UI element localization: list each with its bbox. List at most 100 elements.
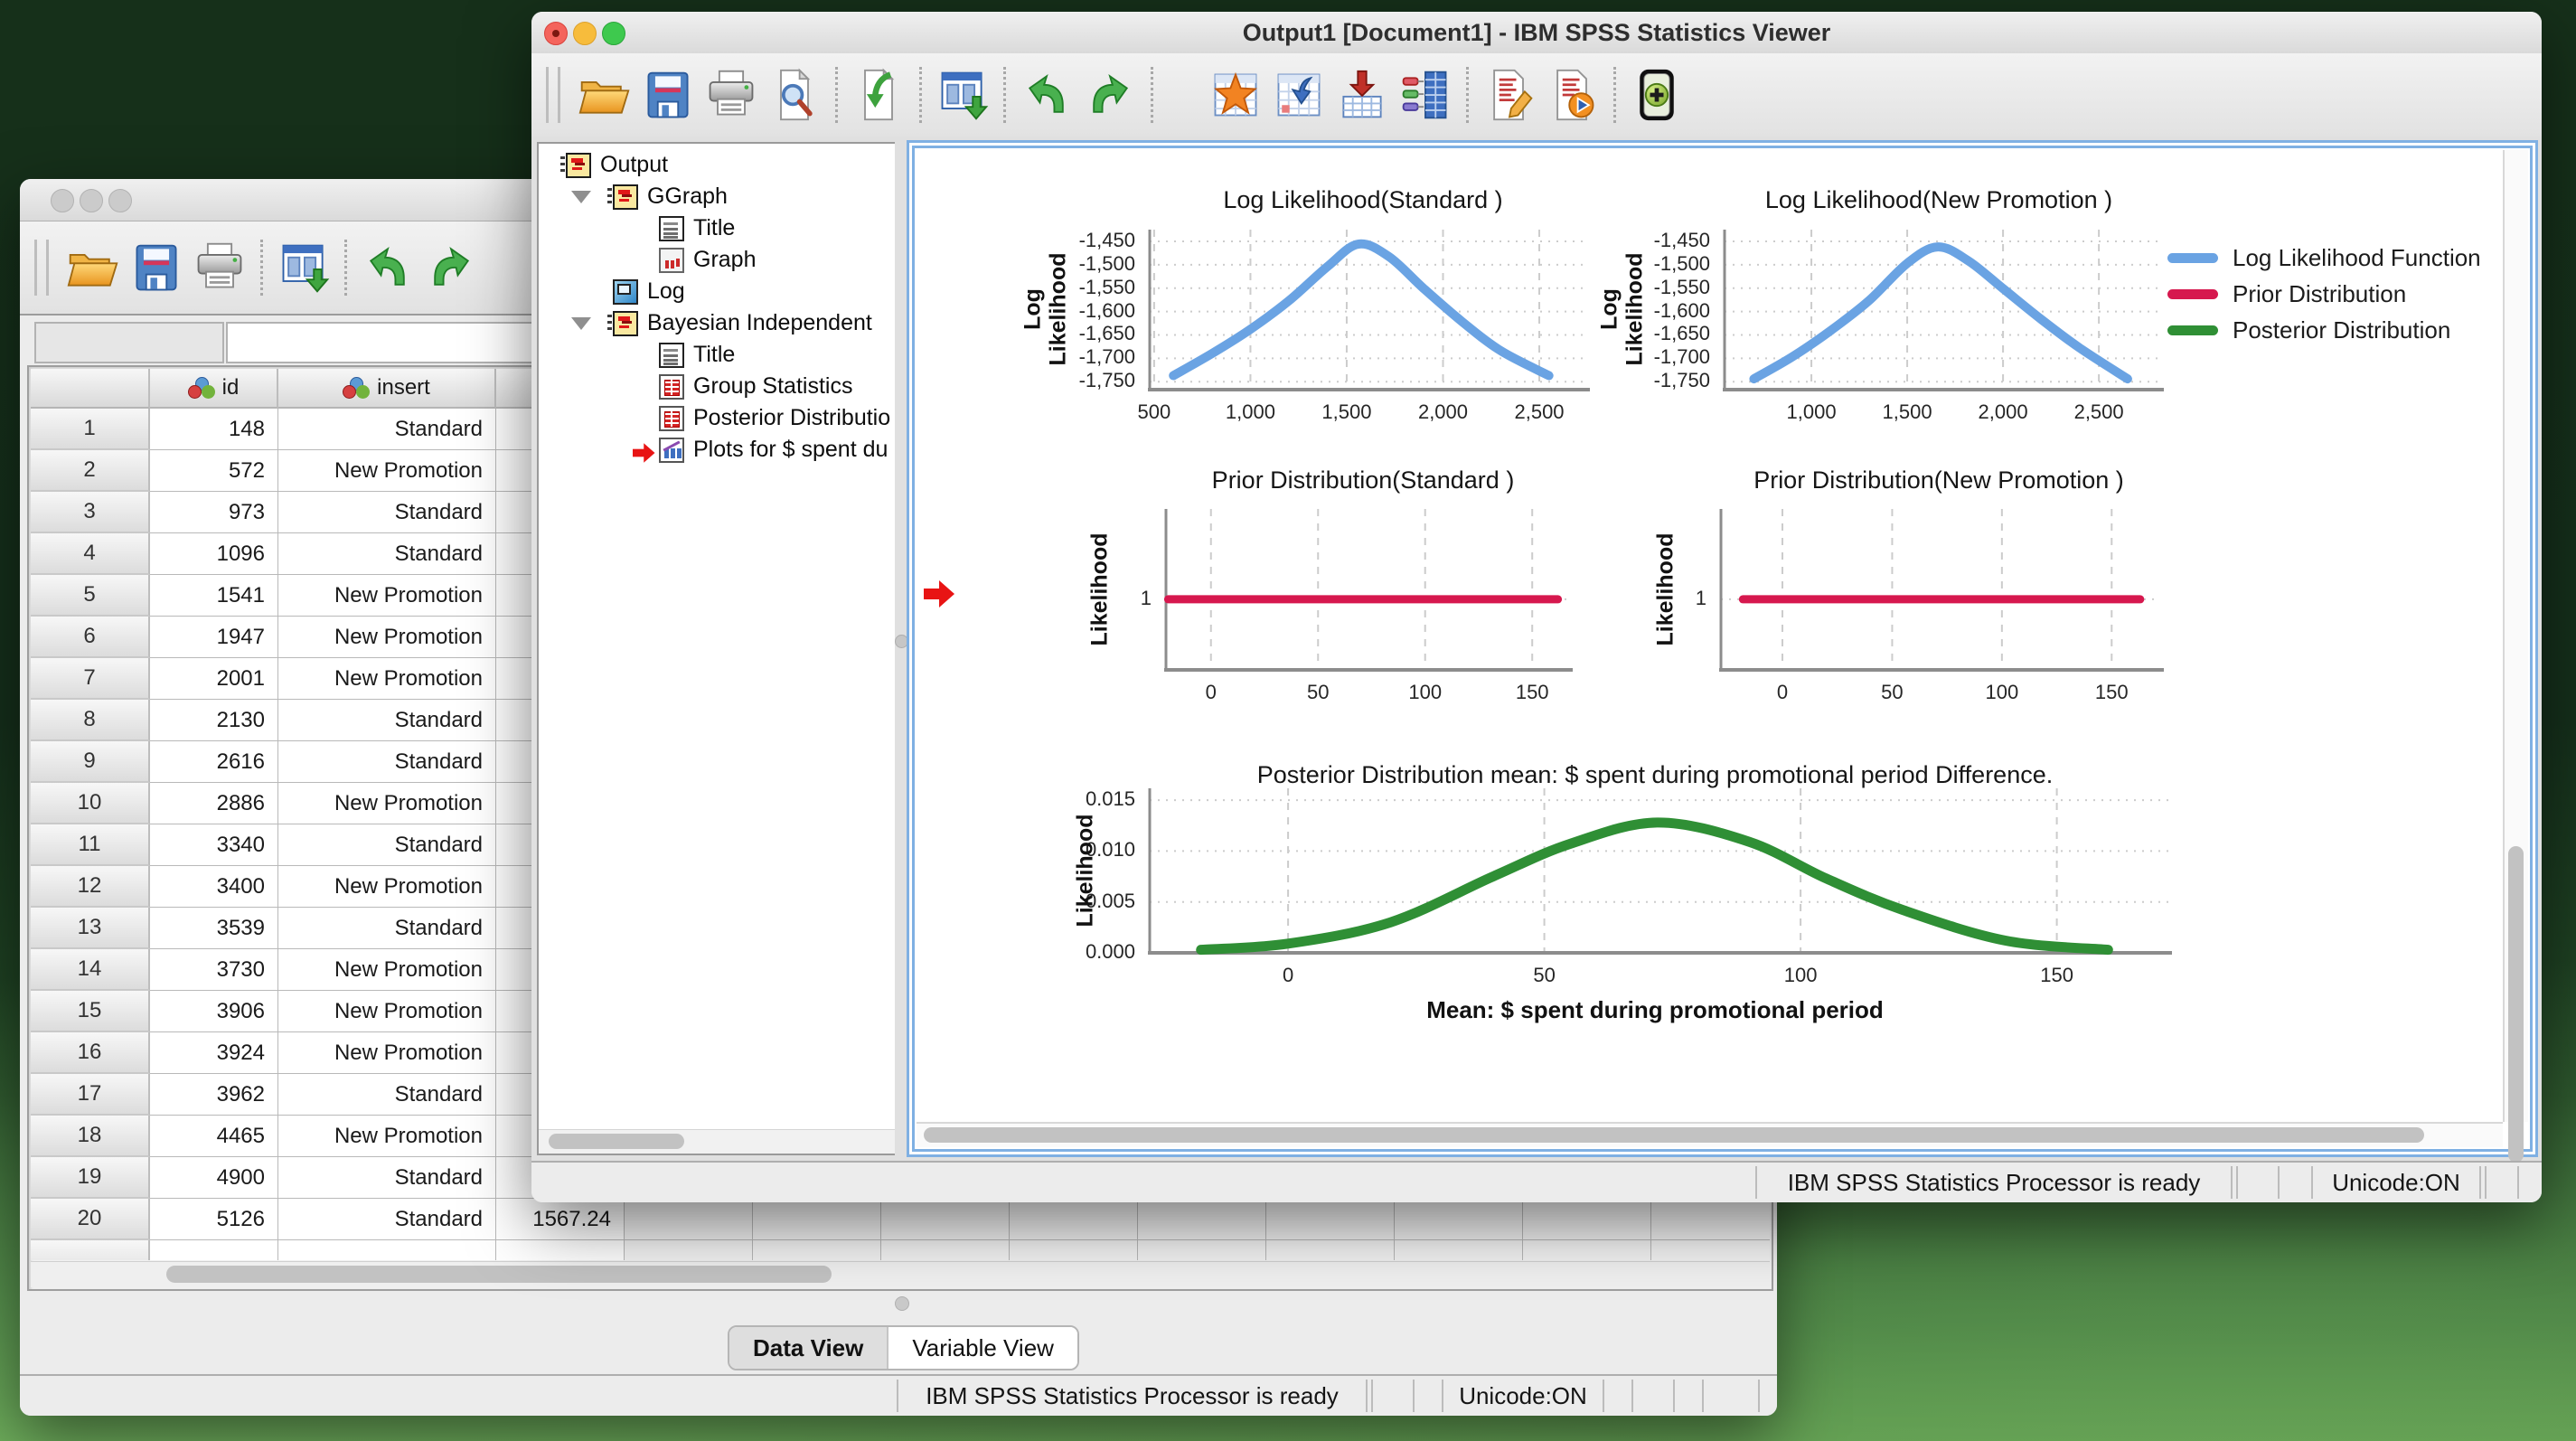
- toolbar-drag-handle-icon[interactable]: [546, 67, 560, 123]
- close-button[interactable]: [51, 189, 74, 212]
- output-content-pane[interactable]: [907, 140, 2538, 1163]
- chevron-down-icon[interactable]: [571, 190, 591, 203]
- cell-id[interactable]: 2001: [150, 658, 278, 700]
- cell-empty[interactable]: [881, 1199, 1010, 1240]
- cell-id[interactable]: 572: [150, 450, 278, 492]
- column-header-insert[interactable]: insert: [278, 369, 496, 409]
- cell-reference-field[interactable]: [34, 322, 224, 363]
- row-number-cell[interactable]: 13: [31, 908, 150, 949]
- pane-splitter[interactable]: [27, 1291, 1770, 1314]
- column-header-id[interactable]: id: [150, 369, 278, 409]
- redo-icon[interactable]: [1078, 62, 1142, 127]
- cell-empty[interactable]: [1651, 1240, 1770, 1260]
- row-number-cell[interactable]: 4: [31, 533, 150, 575]
- chevron-down-icon[interactable]: [571, 316, 591, 330]
- tree-item-plots-for-spent-du[interactable]: Plots for $ spent du: [539, 434, 897, 466]
- cell-insert[interactable]: [278, 1240, 496, 1260]
- cell-id[interactable]: 1541: [150, 575, 278, 617]
- undo-icon[interactable]: [1015, 62, 1078, 127]
- row-number-cell[interactable]: 1: [31, 409, 150, 450]
- minimize-button[interactable]: [80, 189, 103, 212]
- open-icon[interactable]: [61, 235, 125, 300]
- row-number-cell[interactable]: 7: [31, 658, 150, 700]
- cell-id[interactable]: 973: [150, 492, 278, 533]
- undo-icon[interactable]: [356, 235, 419, 300]
- export-icon[interactable]: [847, 62, 910, 127]
- save-icon[interactable]: [636, 62, 700, 127]
- goto-variable-icon[interactable]: [1267, 62, 1330, 127]
- zoom-button[interactable]: [108, 189, 132, 212]
- cell-id[interactable]: 3906: [150, 991, 278, 1032]
- row-number-cell[interactable]: 17: [31, 1074, 150, 1116]
- cell-empty[interactable]: [1138, 1199, 1266, 1240]
- row-number-cell[interactable]: 6: [31, 617, 150, 658]
- cell-col3[interactable]: [496, 1240, 625, 1260]
- cell-id[interactable]: 148: [150, 409, 278, 450]
- cell-insert[interactable]: New Promotion: [278, 575, 496, 617]
- row-number-cell[interactable]: 16: [31, 1032, 150, 1074]
- cell-empty[interactable]: [753, 1240, 881, 1260]
- edit-syntax-icon[interactable]: [1478, 62, 1541, 127]
- cell-empty[interactable]: [1651, 1199, 1770, 1240]
- cell-empty[interactable]: [1523, 1199, 1651, 1240]
- row-number-cell[interactable]: 19: [31, 1157, 150, 1199]
- cell-col3[interactable]: 1567.24: [496, 1199, 625, 1240]
- goto-case-icon[interactable]: [1204, 62, 1267, 127]
- cell-empty[interactable]: [881, 1240, 1010, 1260]
- tab-data-view[interactable]: Data View: [729, 1327, 889, 1369]
- cell-insert[interactable]: Standard: [278, 700, 496, 741]
- cell-insert[interactable]: New Promotion: [278, 1116, 496, 1157]
- cell-empty[interactable]: [1395, 1199, 1523, 1240]
- row-number-cell[interactable]: 18: [31, 1116, 150, 1157]
- cell-id[interactable]: 2130: [150, 700, 278, 741]
- cell-insert[interactable]: Standard: [278, 824, 496, 866]
- scrollbar-thumb[interactable]: [549, 1134, 684, 1149]
- cell-empty[interactable]: [625, 1199, 753, 1240]
- cell-insert[interactable]: New Promotion: [278, 783, 496, 824]
- scrollbar-thumb[interactable]: [166, 1266, 832, 1283]
- cell-id[interactable]: 3539: [150, 908, 278, 949]
- row-number-cell[interactable]: 3: [31, 492, 150, 533]
- cell-insert[interactable]: New Promotion: [278, 617, 496, 658]
- print-preview-icon[interactable]: [763, 62, 826, 127]
- recall-dialogs-icon[interactable]: [931, 62, 994, 127]
- tree-item-output[interactable]: Output: [539, 149, 897, 181]
- cell-insert[interactable]: Standard: [278, 908, 496, 949]
- cell-insert[interactable]: New Promotion: [278, 450, 496, 492]
- cell-id[interactable]: 1947: [150, 617, 278, 658]
- cell-insert[interactable]: Standard: [278, 492, 496, 533]
- cell-insert[interactable]: Standard: [278, 741, 496, 783]
- cell-insert[interactable]: New Promotion: [278, 658, 496, 700]
- cell-empty[interactable]: [1523, 1240, 1651, 1260]
- row-number-cell[interactable]: 9: [31, 741, 150, 783]
- content-horizontal-scrollbar[interactable]: [917, 1122, 2503, 1147]
- tree-item-graph[interactable]: Graph: [539, 244, 897, 276]
- run-script-icon[interactable]: [1541, 62, 1604, 127]
- cell-id[interactable]: 3924: [150, 1032, 278, 1074]
- variables-icon[interactable]: [1394, 62, 1457, 127]
- viewer-titlebar[interactable]: Output1 [Document1] - IBM SPSS Statistic…: [531, 12, 2542, 54]
- cell-empty[interactable]: [1010, 1240, 1138, 1260]
- row-number-cell[interactable]: 15: [31, 991, 150, 1032]
- cell-empty[interactable]: [1266, 1199, 1395, 1240]
- recall-dialogs-icon[interactable]: [272, 235, 335, 300]
- open-icon[interactable]: [573, 62, 636, 127]
- cell-id[interactable]: 4900: [150, 1157, 278, 1199]
- tree-item-title[interactable]: Title: [539, 339, 897, 371]
- cell-empty[interactable]: [1395, 1240, 1523, 1260]
- row-number-cell[interactable]: 12: [31, 866, 150, 908]
- tree-horizontal-scrollbar[interactable]: [539, 1129, 897, 1154]
- insert-cases-icon[interactable]: [1330, 62, 1394, 127]
- row-number-cell[interactable]: 11: [31, 824, 150, 866]
- cell-id[interactable]: 2616: [150, 741, 278, 783]
- cell-empty[interactable]: [1138, 1240, 1266, 1260]
- cell-id[interactable]: 1096: [150, 533, 278, 575]
- cell-insert[interactable]: New Promotion: [278, 1032, 496, 1074]
- tree-item-title[interactable]: Title: [539, 212, 897, 244]
- cell-insert[interactable]: Standard: [278, 533, 496, 575]
- row-number-cell[interactable]: 2: [31, 450, 150, 492]
- tree-item-posterior-distributio[interactable]: Posterior Distributio: [539, 402, 897, 434]
- cell-id[interactable]: 5126: [150, 1199, 278, 1240]
- pane-divider[interactable]: [895, 142, 908, 1155]
- show-all-icon[interactable]: [1625, 62, 1688, 127]
